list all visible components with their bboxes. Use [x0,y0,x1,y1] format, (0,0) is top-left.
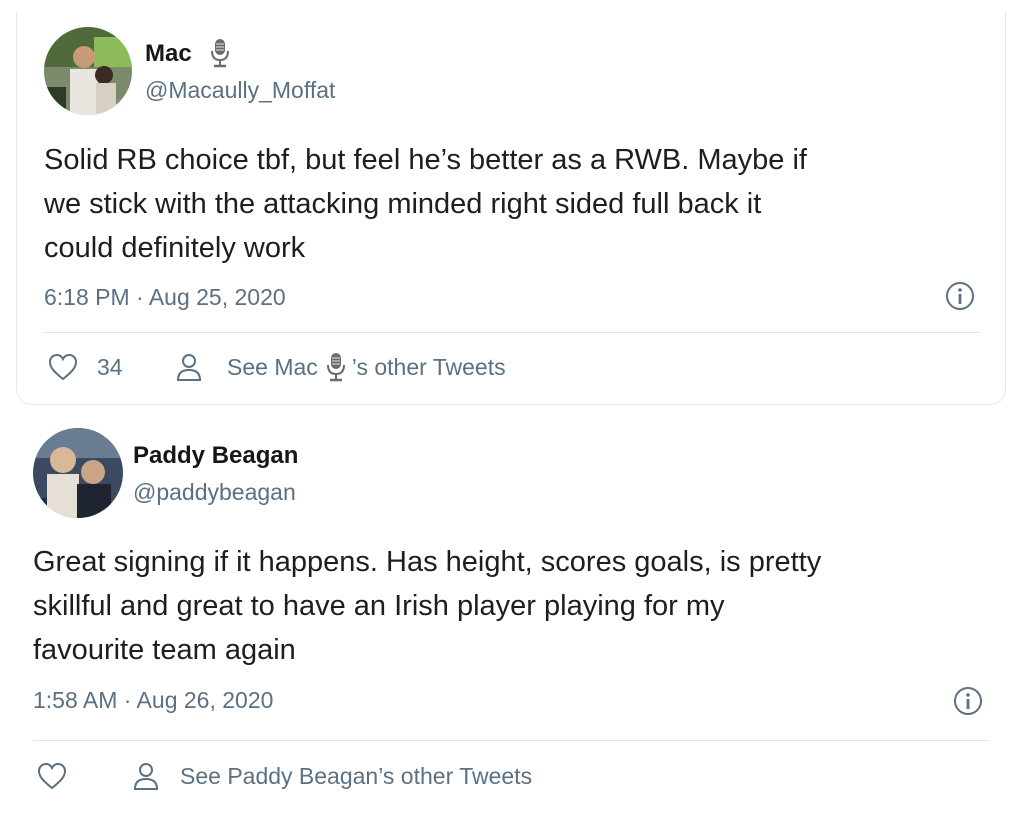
tweet-card-mac: Mac @Macaully_Moffat Solid RB choice tbf… [16,12,1006,405]
see-other-tweets-prefix: See Mac [227,353,318,380]
divider [33,740,988,741]
info-icon[interactable] [952,685,984,717]
tweet-text-line: could definitely work [44,232,306,264]
like-button[interactable] [36,761,68,791]
like-button[interactable]: 34 [47,352,123,382]
author-name[interactable]: Mac [145,40,192,68]
avatar[interactable] [33,428,123,518]
info-icon[interactable] [944,280,976,312]
author-handle[interactable]: @paddybeagan [133,479,296,506]
see-other-tweets-label: See Paddy Beagan’s other Tweets [180,762,533,789]
tweet-text-line: favourite team again [33,634,296,666]
author-name[interactable]: Paddy Beagan [133,442,298,470]
like-count: 34 [97,353,123,380]
microphone-icon [324,352,348,382]
tweet-timestamp[interactable]: 1:58 AM · Aug 26, 2020 [33,687,273,714]
see-other-tweets-button[interactable]: See Paddy Beagan’s other Tweets [132,761,532,791]
tweet-text-line: Great signing if it happens. Has height,… [33,546,822,578]
see-other-tweets-suffix: ’s other Tweets [351,353,506,380]
tweet-text-line: skillful and great to have an Irish play… [33,590,725,622]
see-other-tweets-button[interactable]: See Mac ’s other Tweets [175,352,506,382]
tweet-timestamp[interactable]: 6:18 PM · Aug 25, 2020 [44,284,286,311]
heart-icon [36,761,68,791]
tweet-text-line: Solid RB choice tbf, but feel he’s bette… [44,144,807,176]
tweet-text: Great signing if it happens. Has height,… [33,540,821,672]
person-icon [132,761,160,791]
microphone-icon [208,38,232,73]
person-icon [175,352,203,382]
tweet-text-line: we stick with the attacking minded right… [44,188,762,220]
divider [44,332,979,333]
tweet-card-paddy: Paddy Beagan @paddybeagan Great signing … [8,412,1008,824]
heart-icon [47,352,79,382]
author-handle[interactable]: @Macaully_Moffat [145,77,335,104]
tweet-text: Solid RB choice tbf, but feel he’s bette… [44,138,807,270]
avatar[interactable] [44,27,132,115]
